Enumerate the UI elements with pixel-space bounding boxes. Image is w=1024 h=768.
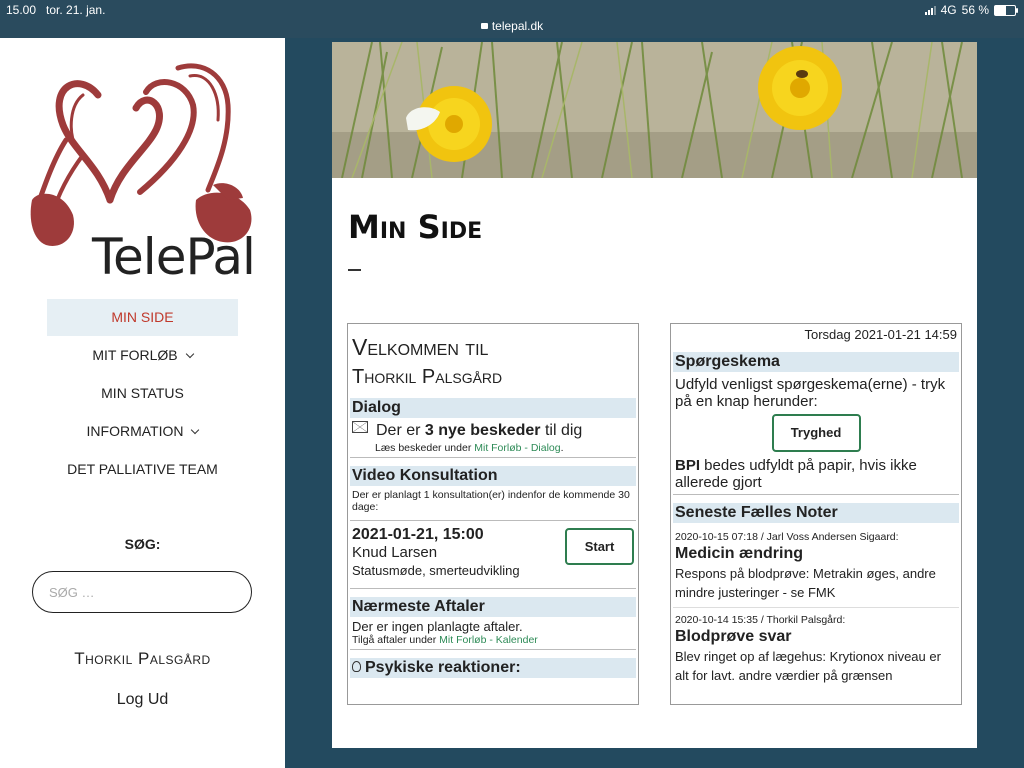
telepal-logo[interactable]: TelePal bbox=[28, 50, 258, 286]
logo-wordmark: TelePal bbox=[92, 228, 256, 286]
video-info: Der er planlagt 1 konsultation(er) inden… bbox=[352, 489, 630, 513]
tryghed-button[interactable]: Tryghed bbox=[771, 414, 861, 452]
nav-palliative-team[interactable]: DET PALLIATIVE TEAM bbox=[0, 451, 285, 488]
note-item: 2020-10-14 15:35 / Thorkil Palsgård: Blo… bbox=[671, 614, 961, 685]
address-bar[interactable]: telepal.dk bbox=[0, 19, 1024, 33]
envelope-icon bbox=[352, 421, 368, 433]
appointments-sub: Tilgå aftaler under Mit Forløb - Kalende… bbox=[352, 634, 538, 646]
network-type: 4G bbox=[940, 3, 957, 17]
welcome-panel: Velkommen til Thorkil Palsgård Dialog De… bbox=[347, 323, 639, 705]
video-heading: Video Konsultation bbox=[350, 466, 636, 486]
status-bar: 15.00 tor. 21. jan. telepal.dk 4G 56 % bbox=[0, 0, 1024, 38]
notes-heading: Seneste Fælles Noter bbox=[673, 503, 959, 523]
battery-icon bbox=[994, 4, 1018, 16]
dialog-heading: Dialog bbox=[350, 398, 636, 418]
welcome-heading: Velkommen til Thorkil Palsgård bbox=[352, 334, 503, 388]
dialog-message: Der er 3 nye beskeder til dig bbox=[352, 421, 634, 440]
note-body: Blev ringet op af lægehus: Krytionox niv… bbox=[675, 649, 941, 683]
dialog-link[interactable]: Mit Forløb - Dialog bbox=[474, 442, 560, 454]
main-content: Min Side Velkommen til Thorkil Palsgård … bbox=[332, 42, 977, 748]
battery-percent: 56 % bbox=[961, 3, 989, 17]
lightbulb-icon bbox=[352, 661, 361, 672]
survey-heading: Spørgeskema bbox=[673, 352, 959, 372]
appointments-heading: Nærmeste Aftaler bbox=[350, 597, 636, 617]
note-meta: 2020-10-14 15:35 / Thorkil Palsgård: bbox=[675, 614, 846, 626]
status-time: 15.00 tor. 21. jan. bbox=[6, 3, 106, 17]
psych-heading: Psykiske reaktioner: bbox=[350, 658, 636, 678]
calendar-link[interactable]: Mit Forløb - Kalender bbox=[439, 634, 538, 646]
status-indicators: 4G 56 % bbox=[924, 3, 1018, 17]
nav-min-side[interactable]: MIN SIDE bbox=[47, 299, 238, 336]
info-panel: Torsdag 2021-01-21 14:59 Spørgeskema Udf… bbox=[670, 323, 962, 705]
nav-min-status[interactable]: MIN STATUS bbox=[0, 375, 285, 412]
bpi-text: BPI bedes udfyldt på papir, hvis ikke al… bbox=[675, 457, 917, 491]
hero-image bbox=[332, 42, 977, 178]
logout-link[interactable]: Log Ud bbox=[0, 691, 285, 709]
lock-icon bbox=[480, 23, 488, 29]
survey-text: Udfyld venligst spørgeskema(erne) - tryk… bbox=[675, 376, 946, 410]
chevron-down-icon bbox=[185, 349, 194, 359]
search-input[interactable] bbox=[32, 571, 252, 613]
video-topic: Statusmøde, smerteudvikling bbox=[352, 563, 520, 578]
title-divider bbox=[348, 269, 361, 271]
note-item: 2020-10-15 07:18 / Jarl Voss Andersen Si… bbox=[671, 531, 961, 602]
appointments-none: Der er ingen planlagte aftaler. bbox=[352, 619, 523, 634]
note-meta: 2020-10-15 07:18 / Jarl Voss Andersen Si… bbox=[675, 531, 899, 543]
url-text: telepal.dk bbox=[491, 19, 544, 33]
start-video-button[interactable]: Start bbox=[565, 528, 634, 565]
page-title: Min Side bbox=[348, 208, 483, 246]
note-title: Medicin ændring bbox=[675, 545, 803, 562]
chevron-down-icon bbox=[191, 425, 200, 435]
note-title: Blodprøve svar bbox=[675, 628, 792, 645]
video-appointment: 2021-01-21, 15:00 Knud Larsen Statusmøde… bbox=[348, 526, 638, 584]
dialog-sub: Læs beskeder under Mit Forløb - Dialog. bbox=[375, 442, 564, 454]
note-body: Respons på blodprøve: Metrakin øges, and… bbox=[675, 566, 936, 600]
nav-information[interactable]: INFORMATION bbox=[0, 413, 285, 450]
sidebar: TelePal MIN SIDE MIT FORLØB MIN STATUS I… bbox=[0, 38, 285, 768]
nav-mit-forloeb[interactable]: MIT FORLØB bbox=[0, 337, 285, 374]
signal-icon bbox=[924, 5, 936, 15]
user-name: Thorkil Palsgård bbox=[74, 649, 211, 668]
search-label: SØG: bbox=[124, 536, 161, 552]
current-datetime: Torsdag 2021-01-21 14:59 bbox=[804, 327, 957, 342]
